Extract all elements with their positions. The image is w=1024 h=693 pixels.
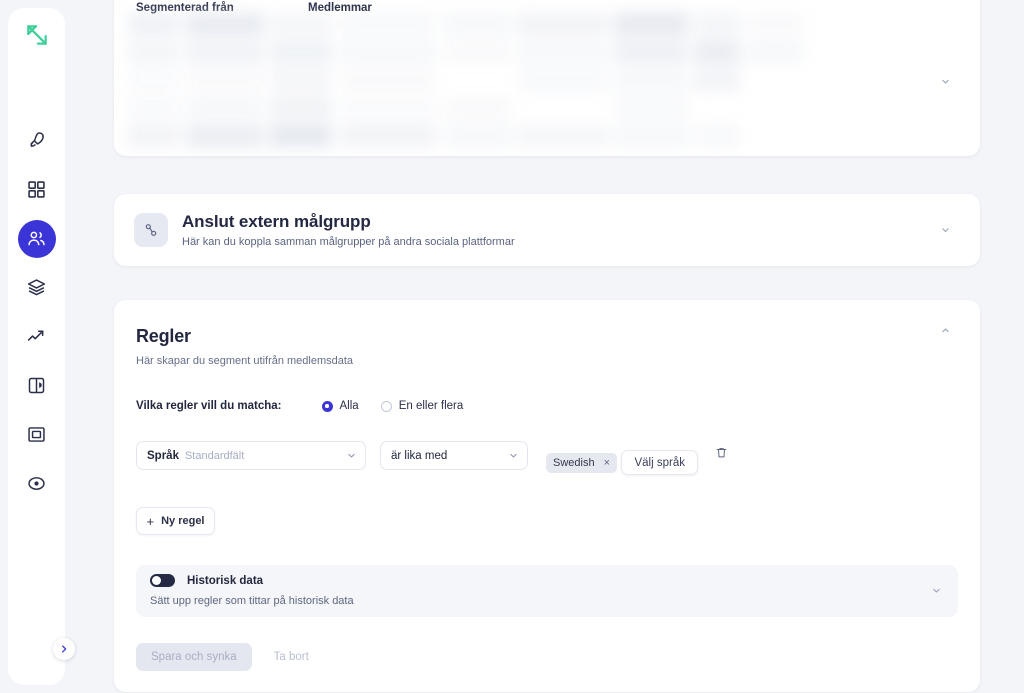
match-mode-label: Vilka regler vill du matcha:	[136, 400, 282, 412]
sidebar-item-dashboard[interactable]	[8, 165, 65, 214]
book-icon	[28, 377, 45, 394]
rocket-icon	[30, 132, 44, 147]
radio-label-all: Alla	[339, 400, 359, 412]
users-icon	[28, 231, 45, 246]
rule-row: Språk Standardfält är lika med Swedish ×…	[136, 441, 958, 475]
historical-data-expand-toggle[interactable]	[932, 586, 941, 595]
delete-rule-button[interactable]	[715, 446, 729, 460]
connect-icon	[145, 224, 157, 236]
target-icon	[28, 477, 45, 490]
chip-remove-icon[interactable]: ×	[604, 457, 610, 469]
sidebar-item-layers[interactable]	[8, 263, 65, 312]
radio-label-any: En eller flera	[398, 400, 464, 412]
chevron-down-icon	[942, 79, 949, 84]
table-card-collapse-toggle[interactable]	[941, 77, 950, 86]
connect-card-expand-toggle[interactable]	[941, 226, 950, 235]
sidebar	[8, 8, 65, 685]
radio-dot-icon	[380, 400, 392, 412]
app-logo-icon	[26, 25, 47, 45]
layers-icon	[27, 279, 46, 296]
segment-table-card: Segmenterad från Medlemmar	[114, 0, 980, 156]
rules-card-subtitle: Här skapar du segment utifrån medlemsdat…	[136, 355, 354, 367]
add-rule-label: Ny regel	[161, 515, 205, 527]
sidebar-expand-button[interactable]	[53, 638, 75, 660]
chevron-down-icon	[942, 228, 949, 233]
radio-option-any[interactable]: En eller flera	[380, 400, 464, 412]
historical-data-subtitle: Sätt upp regler som tittar på historisk …	[150, 595, 354, 607]
table-skeleton-content	[114, 10, 934, 156]
rule-operator-select[interactable]: är lika med	[380, 441, 528, 470]
historical-data-title: Historisk data	[187, 574, 264, 587]
rules-card-actions: Spara och synka Ta bort	[136, 643, 958, 671]
sidebar-item-content[interactable]	[8, 361, 65, 410]
main-content: Segmenterad från Medlemmar Anslut extern…	[80, 0, 1024, 693]
rule-field-value: Språk	[147, 449, 179, 462]
language-picker-button[interactable]: Välj språk	[621, 450, 698, 475]
connect-card-title: Anslut extern målgrupp	[182, 212, 371, 231]
trending-up-icon	[27, 330, 44, 341]
sidebar-nav	[8, 116, 65, 508]
radio-dot-icon	[321, 400, 333, 412]
frame-icon	[28, 427, 45, 442]
connect-icon-box	[134, 213, 168, 247]
rule-value-zone: Swedish × Välj språk	[546, 441, 698, 475]
chevron-down-icon	[347, 451, 356, 460]
rule-value-chip-label: Swedish	[553, 456, 595, 469]
radio-option-all[interactable]: Alla	[321, 400, 359, 412]
sidebar-item-campaigns[interactable]	[8, 116, 65, 165]
sidebar-item-analytics[interactable]	[8, 312, 65, 361]
historical-data-toggle[interactable]	[150, 574, 175, 587]
app-logo[interactable]	[8, 22, 65, 48]
match-mode-radio-group: Alla En eller flera	[321, 400, 486, 412]
historical-data-header: Historisk data	[150, 574, 944, 587]
connect-card-subtitle: Här kan du koppla samman målgrupper på a…	[182, 236, 515, 248]
plus-icon: +	[146, 513, 155, 529]
rule-field-select[interactable]: Språk Standardfält	[136, 441, 366, 470]
grid-icon	[28, 181, 45, 198]
connect-external-audience-card[interactable]: Anslut extern målgrupp Här kan du koppla…	[114, 194, 980, 266]
rules-card-collapse-toggle[interactable]	[941, 326, 950, 335]
rules-card-title: Regler	[136, 326, 191, 346]
rules-card: Regler Här skapar du segment utifrån med…	[114, 300, 980, 692]
sidebar-item-templates[interactable]	[8, 410, 65, 459]
match-mode-row: Vilka regler vill du matcha: Alla En ell…	[136, 400, 958, 412]
connect-card-text: Anslut extern målgrupp Här kan du koppla…	[182, 212, 515, 248]
chevron-right-icon	[62, 645, 67, 653]
delete-segment-button[interactable]: Ta bort	[274, 651, 309, 663]
sidebar-item-targeting[interactable]	[8, 459, 65, 508]
add-rule-button[interactable]: + Ny regel	[136, 507, 215, 535]
historical-data-panel: Historisk data Sätt upp regler som titta…	[136, 565, 958, 617]
rule-value-chip[interactable]: Swedish ×	[546, 452, 618, 473]
rule-field-placeholder: Standardfält	[184, 449, 245, 462]
chevron-down-icon	[509, 451, 518, 460]
sidebar-item-audiences[interactable]	[8, 214, 65, 263]
trash-icon	[716, 447, 727, 458]
save-and-sync-button[interactable]: Spara och synka	[136, 643, 252, 671]
chevron-up-icon	[942, 328, 949, 333]
chevron-down-icon	[933, 588, 940, 593]
rule-operator-value: är lika med	[391, 449, 448, 462]
